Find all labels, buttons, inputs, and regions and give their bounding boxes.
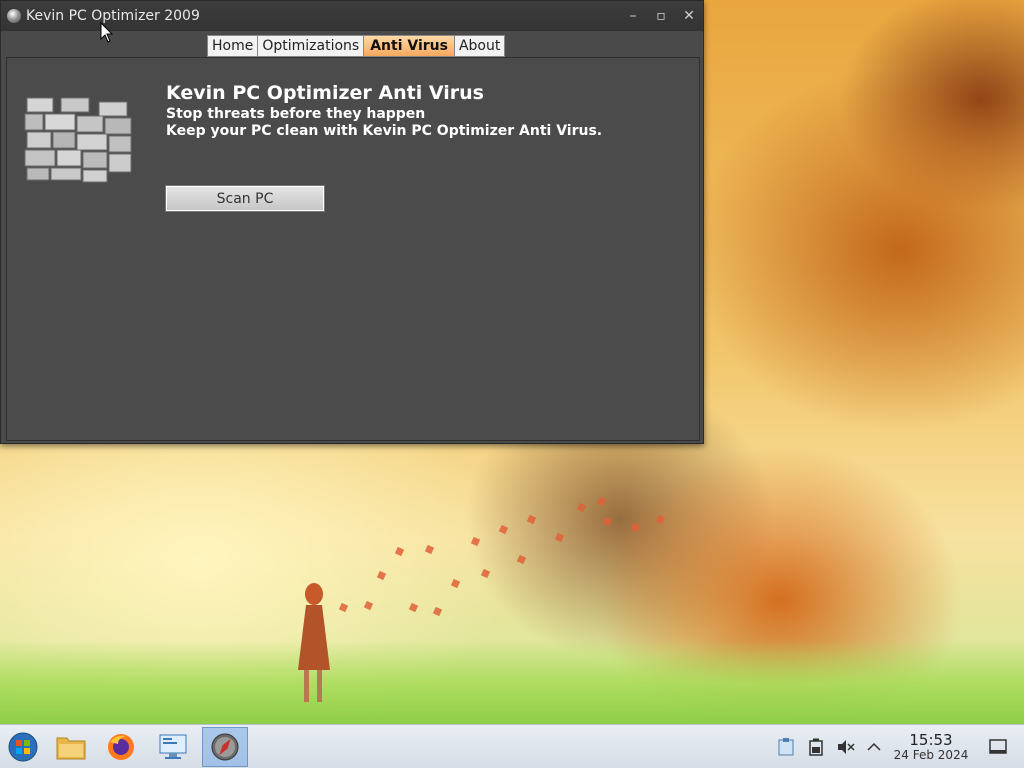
tab-optimizations[interactable]: Optimizations <box>257 35 365 57</box>
tagline: Stop threats before they happen <box>166 106 426 122</box>
file-manager-icon[interactable] <box>48 727 94 767</box>
clock-time[interactable]: 15:53 <box>895 731 967 749</box>
show-desktop-icon[interactable] <box>988 737 1008 757</box>
tab-bar: Home Optimizations Anti Virus About <box>207 35 506 57</box>
remote-desktop-icon[interactable] <box>150 727 196 767</box>
battery-icon[interactable] <box>806 737 826 757</box>
scan-pc-button[interactable]: Scan PC <box>165 185 325 212</box>
anti-virus-panel: Kevin PC Optimizer Anti Virus Stop threa… <box>6 57 700 441</box>
firewall-brick-wall-icon <box>24 97 132 183</box>
firefox-icon[interactable] <box>98 727 144 767</box>
chevron-up-icon[interactable] <box>864 737 884 757</box>
maximize-button[interactable]: ▫ <box>647 8 675 24</box>
tab-home[interactable]: Home <box>207 35 259 57</box>
app-icon <box>7 9 21 23</box>
start-orb-icon[interactable] <box>0 727 46 767</box>
minimize-button[interactable]: – <box>619 8 647 24</box>
app-window: Kevin PC Optimizer 2009 – ▫ ✕ Home Optim… <box>0 0 704 444</box>
volume-muted-icon[interactable] <box>836 737 856 757</box>
compass-app-icon[interactable] <box>202 727 248 767</box>
page-title: Kevin PC Optimizer Anti Virus <box>166 82 484 104</box>
window-title: Kevin PC Optimizer 2009 <box>26 8 200 24</box>
wallpaper-girl-figure <box>298 583 330 702</box>
description: Keep your PC clean with Kevin PC Optimiz… <box>166 123 603 139</box>
clipboard-icon[interactable] <box>776 737 796 757</box>
tab-about[interactable]: About <box>453 35 506 57</box>
tab-anti-virus[interactable]: Anti Virus <box>363 35 455 57</box>
clock-date[interactable]: 24 Feb 2024 <box>887 748 975 762</box>
close-button[interactable]: ✕ <box>675 8 703 24</box>
wallpaper-grass <box>0 640 1024 728</box>
mouse-cursor-icon <box>100 22 114 43</box>
taskbar <box>0 724 1024 768</box>
